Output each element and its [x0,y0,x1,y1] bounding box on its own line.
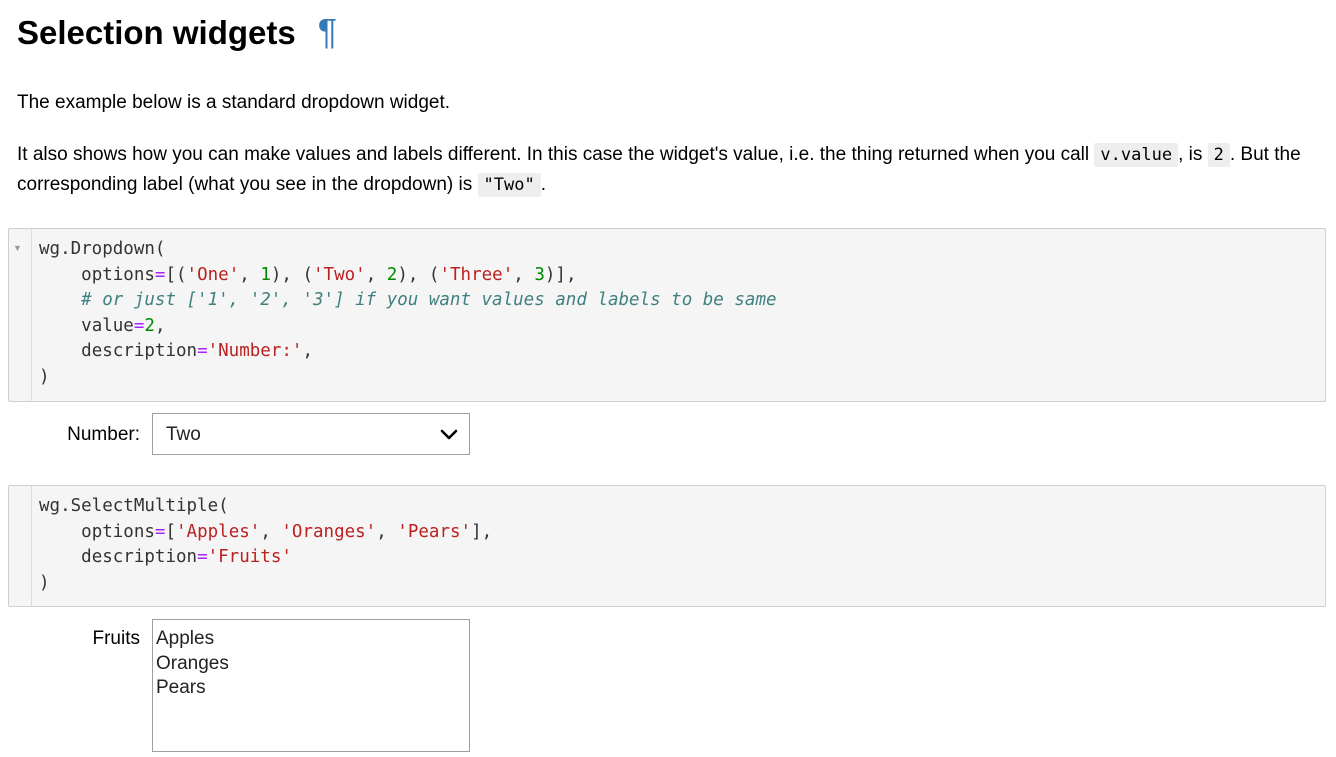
p2-text-b: , is [1178,144,1208,165]
list-option-pears[interactable]: Pears [153,676,469,701]
list-option-apples[interactable]: Apples [153,627,469,652]
p2-text-a: It also shows how you can make values an… [17,144,1095,165]
number-dropdown[interactable]: Two [152,413,470,455]
fruits-select-multiple[interactable]: Apples Oranges Pears [152,619,470,752]
p2-text-d: . [540,174,546,195]
inline-code-two: "Two" [477,173,541,197]
intro-paragraph-2: It also shows how you can make values an… [17,140,1317,200]
code-input-selectmultiple[interactable]: wg.SelectMultiple( options=['Apples', 'O… [39,494,492,596]
heading-title: Selection widgets [17,14,296,51]
code-comment: # or just ['1', '2', '3'] if you want va… [81,290,777,310]
select-multiple-label: Fruits [92,628,141,649]
inline-code-v-value: v.value [1094,143,1179,167]
anchor-link[interactable]: ¶ [318,11,337,52]
intro-paragraph-1: The example below is a standard dropdown… [17,92,451,113]
chevron-down-icon [440,429,458,440]
dropdown-selected-value: Two [166,424,201,445]
dropdown-label: Number: [67,424,140,445]
cell-gutter [9,486,32,606]
section-heading: Selection widgets ¶ [17,10,337,55]
code-input-dropdown[interactable]: wg.Dropdown( options=[('One', 1), ('Two'… [39,237,777,390]
inline-code-2: 2 [1207,143,1230,167]
collapse-triangle-icon[interactable]: ▼ [13,243,22,253]
code-cell-selectmultiple[interactable]: wg.SelectMultiple( options=['Apples', 'O… [8,485,1326,607]
list-option-oranges[interactable]: Oranges [153,652,469,677]
code-cell-dropdown[interactable]: ▼ wg.Dropdown( options=[('One', 1), ('Tw… [8,228,1326,402]
cell-gutter: ▼ [9,229,32,401]
